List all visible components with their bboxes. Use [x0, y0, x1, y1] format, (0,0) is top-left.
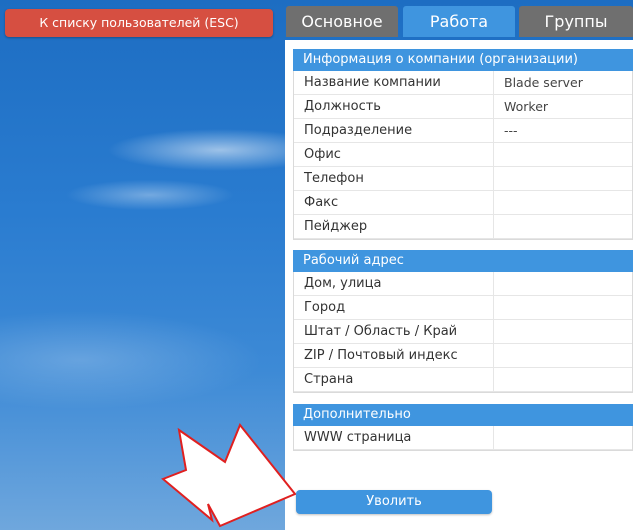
country-field[interactable]: [494, 368, 632, 391]
row-label: Телефон: [294, 167, 494, 190]
row-label: Подразделение: [294, 119, 494, 142]
phone-row[interactable]: Телефон: [294, 167, 632, 191]
address-section: Рабочий адрес Дом, улица Город Штат / Об…: [293, 250, 633, 393]
address-section-title: Рабочий адрес: [293, 250, 633, 272]
row-label: Штат / Область / Край: [294, 320, 494, 343]
street-row[interactable]: Дом, улица: [294, 272, 632, 296]
country-row[interactable]: Страна: [294, 368, 632, 392]
extra-section-title: Дополнительно: [293, 404, 633, 426]
company-section: Информация о компании (организации) Назв…: [293, 49, 633, 240]
website-row[interactable]: WWW страница: [294, 426, 632, 450]
row-label: Факс: [294, 191, 494, 214]
state-field[interactable]: [494, 320, 632, 343]
row-label: Страна: [294, 368, 494, 391]
office-field[interactable]: [494, 143, 632, 166]
department-field[interactable]: ---: [494, 119, 632, 142]
street-field[interactable]: [494, 272, 632, 295]
row-label: Офис: [294, 143, 494, 166]
office-row[interactable]: Офис: [294, 143, 632, 167]
company-name-field[interactable]: Blade server: [494, 71, 632, 94]
tab-general[interactable]: Основное: [286, 6, 398, 37]
fax-row[interactable]: Факс: [294, 191, 632, 215]
fax-field[interactable]: [494, 191, 632, 214]
tab-groups[interactable]: Группы: [519, 6, 633, 37]
back-to-user-list-button[interactable]: К списку пользователей (ESC): [5, 9, 273, 37]
pager-field[interactable]: [494, 215, 632, 238]
tab-work[interactable]: Работа: [403, 6, 515, 37]
department-row[interactable]: Подразделение ---: [294, 119, 632, 143]
company-section-title: Информация о компании (организации): [293, 49, 633, 71]
row-label: ZIP / Почтовый индекс: [294, 344, 494, 367]
row-label: Пейджер: [294, 215, 494, 238]
row-label: Город: [294, 296, 494, 319]
city-row[interactable]: Город: [294, 296, 632, 320]
row-label: Дом, улица: [294, 272, 494, 295]
phone-field[interactable]: [494, 167, 632, 190]
row-label: Название компании: [294, 71, 494, 94]
extra-section: Дополнительно WWW страница: [293, 404, 633, 451]
company-name-row[interactable]: Название компании Blade server: [294, 71, 632, 95]
row-label: Должность: [294, 95, 494, 118]
website-field[interactable]: [494, 426, 632, 449]
city-field[interactable]: [494, 296, 632, 319]
position-field[interactable]: Worker: [494, 95, 632, 118]
zip-row[interactable]: ZIP / Почтовый индекс: [294, 344, 632, 368]
fire-button[interactable]: Уволить: [296, 490, 492, 514]
work-panel: Информация о компании (организации) Назв…: [285, 40, 633, 530]
zip-field[interactable]: [494, 344, 632, 367]
position-row[interactable]: Должность Worker: [294, 95, 632, 119]
state-row[interactable]: Штат / Область / Край: [294, 320, 632, 344]
pager-row[interactable]: Пейджер: [294, 215, 632, 239]
